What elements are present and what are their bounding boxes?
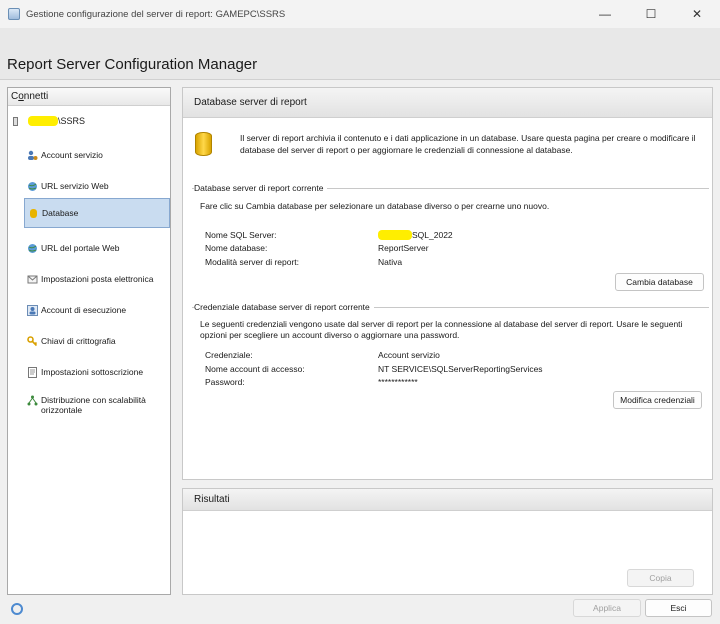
results-title: Risultati bbox=[183, 489, 712, 511]
group-description: Fare clic su Cambia database per selezio… bbox=[200, 201, 550, 211]
redacted-host bbox=[378, 230, 412, 240]
sidebar-item-label: Account di esecuzione bbox=[41, 305, 127, 315]
document-icon bbox=[27, 366, 38, 378]
help-icon[interactable] bbox=[11, 603, 23, 615]
key-icon bbox=[27, 335, 38, 347]
db-name-value: ReportServer bbox=[378, 243, 429, 253]
sidebar-item-label: Impostazioni posta elettronica bbox=[41, 274, 154, 284]
sidebar-item-impostazioni-sottoscrizione[interactable]: Impostazioni sottoscrizione bbox=[24, 357, 170, 387]
connect-label-prefix: C bbox=[11, 91, 19, 102]
exit-button[interactable]: Esci bbox=[645, 599, 712, 617]
database-icon bbox=[195, 132, 212, 156]
sql-server-instance: SQL_2022 bbox=[412, 230, 453, 240]
credential-value: Account servizio bbox=[378, 350, 440, 360]
sidebar-item-posta-elettronica[interactable]: Impostazioni posta elettronica bbox=[24, 264, 170, 294]
sidebar-item-label: Distribuzione con scalabilità orizzontal… bbox=[41, 395, 146, 415]
title-bar: Gestione configurazione del server di re… bbox=[0, 0, 720, 28]
window-controls: — ☐ ✕ bbox=[582, 0, 720, 28]
sidebar-item-label: Impostazioni sottoscrizione bbox=[41, 367, 144, 377]
sidebar-item-chiavi-crittografia[interactable]: Chiavi di crittografia bbox=[24, 326, 170, 356]
app-title: Report Server Configuration Manager bbox=[7, 56, 258, 73]
sql-server-label: Nome SQL Server: bbox=[205, 230, 277, 240]
login-name-value: NT SERVICE\SQLServerReportingServices bbox=[378, 364, 543, 374]
maximize-button[interactable]: ☐ bbox=[628, 0, 674, 28]
globe-icon bbox=[27, 181, 38, 192]
connect-button[interactable]: Co nnetti bbox=[8, 88, 170, 106]
server-icon bbox=[13, 116, 18, 126]
sidebar-item-label: Database bbox=[42, 208, 79, 218]
sidebar-item-label: URL servizio Web bbox=[41, 181, 109, 191]
sidebar-item-url-servizio-web[interactable]: URL servizio Web bbox=[24, 171, 170, 201]
group-description: Le seguenti credenziali vengono usate da… bbox=[200, 319, 683, 340]
sidebar-item-url-portale-web[interactable]: URL del portale Web bbox=[24, 233, 170, 263]
close-button[interactable]: ✕ bbox=[674, 0, 720, 28]
sidebar-item-label: URL del portale Web bbox=[41, 243, 120, 253]
app-icon bbox=[8, 8, 20, 20]
sidebar-item-account-servizio[interactable]: Account servizio bbox=[24, 140, 170, 170]
password-value: ************ bbox=[378, 377, 418, 387]
sidebar-item-account-esecuzione[interactable]: Account di esecuzione bbox=[24, 295, 170, 325]
results-panel: Risultati Copia bbox=[182, 488, 713, 595]
intro-text: Il server di report archivia il contenut… bbox=[240, 133, 696, 155]
server-mode-label: Modalità server di report: bbox=[205, 257, 300, 267]
minimize-button[interactable]: — bbox=[582, 0, 628, 28]
password-label: Password: bbox=[205, 377, 245, 387]
server-mode-value: Nativa bbox=[378, 257, 403, 267]
network-icon bbox=[27, 395, 38, 406]
user-icon bbox=[27, 304, 38, 316]
credentials-group: Credenziale database server di report co… bbox=[192, 302, 709, 412]
current-database-group: Database server di report corrente Fare … bbox=[192, 183, 709, 293]
connect-label-rest: nnetti bbox=[23, 91, 49, 102]
globe-icon bbox=[27, 243, 38, 254]
copy-button[interactable]: Copia bbox=[627, 569, 694, 587]
modify-credentials-button[interactable]: Modifica credenziali bbox=[613, 391, 702, 409]
redacted-server-name bbox=[28, 116, 58, 126]
apply-button[interactable]: Applica bbox=[573, 599, 641, 617]
group-title: Database server di report corrente bbox=[194, 183, 328, 193]
sidebar-item-database[interactable]: Database bbox=[24, 198, 170, 228]
server-instance: \SSRS bbox=[58, 116, 86, 126]
sidebar-item-label: Chiavi di crittografia bbox=[41, 336, 116, 346]
group-title: Credenziale database server di report co… bbox=[194, 302, 374, 312]
mail-icon bbox=[27, 274, 38, 285]
app-header: Report Server Configuration Manager bbox=[0, 28, 720, 80]
credential-label: Credenziale: bbox=[205, 350, 253, 360]
database-panel: Database server di report Il server di r… bbox=[182, 87, 713, 480]
window-title: Gestione configurazione del server di re… bbox=[26, 8, 286, 20]
login-name-label: Nome account di accesso: bbox=[205, 364, 305, 374]
server-node[interactable]: \SSRS bbox=[13, 116, 85, 126]
sql-server-value: SQL_2022 bbox=[378, 230, 453, 240]
sidebar: Co nnetti \SSRS Account servizio URL serv… bbox=[7, 87, 171, 595]
page-title: Database server di report bbox=[183, 88, 712, 118]
sidebar-item-scalabilita-orizzontale[interactable]: Distribuzione con scalabilità orizzontal… bbox=[24, 388, 170, 418]
user-gear-icon bbox=[27, 150, 38, 161]
db-name-label: Nome database: bbox=[205, 243, 268, 253]
database-icon bbox=[28, 208, 39, 219]
change-database-button[interactable]: Cambia database bbox=[615, 273, 704, 291]
sidebar-item-label: Account servizio bbox=[41, 150, 103, 160]
